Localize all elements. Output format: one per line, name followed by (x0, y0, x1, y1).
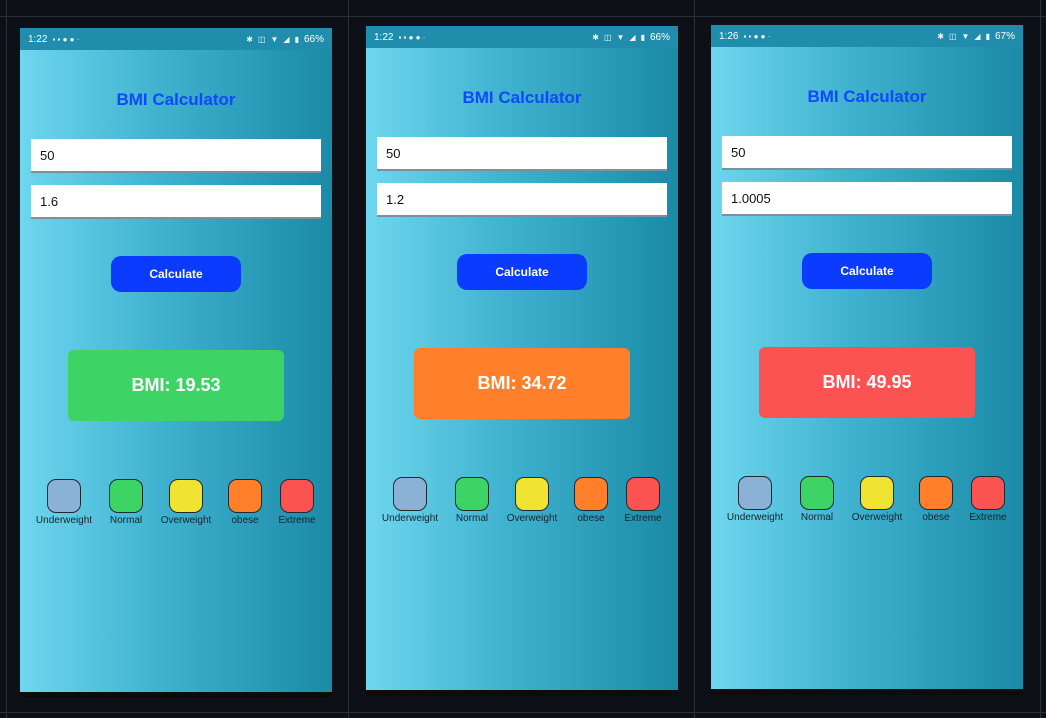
notification-icons: ▪ ▪ ● ● · (743, 31, 771, 41)
calculate-button[interactable]: Calculate (111, 256, 241, 292)
battery-percent: 66% (649, 31, 670, 43)
height-field[interactable] (31, 185, 321, 219)
nav-bar (20, 692, 332, 698)
vibrate-icon: ◫ (948, 31, 957, 41)
swatch-obese (919, 476, 953, 510)
swatch-extreme (626, 477, 660, 511)
legend-label-extreme: Extreme (624, 513, 662, 524)
grid-divider (694, 0, 695, 718)
swatch-underweight (738, 476, 772, 510)
weight-input[interactable] (40, 147, 312, 163)
status-bar: 1:22 ▪ ▪ ● ● · ✱ ◫ ▼ ◢ ▮ 66% (20, 28, 332, 50)
notification-icons: ▪ ▪ ● ● · (52, 34, 80, 44)
app-screen: BMI Calculator Calculate BMI: 34.72 Unde… (366, 48, 678, 690)
signal-icon: ◢ (283, 34, 290, 44)
legend-label-normal: Normal (455, 513, 489, 524)
legend-label-underweight: Underweight (35, 515, 93, 526)
swatch-underweight (47, 479, 81, 513)
signal-icon: ◢ (974, 31, 981, 41)
height-input[interactable] (731, 190, 1003, 206)
app-title: BMI Calculator (116, 90, 236, 109)
legend-label-extreme: Extreme (969, 512, 1007, 523)
legend-label-obese: obese (577, 513, 605, 524)
calculate-button[interactable]: Calculate (802, 253, 932, 289)
swatch-normal (455, 477, 489, 511)
calculate-button[interactable]: Calculate (457, 254, 587, 290)
battery-icon: ▮ (985, 31, 990, 41)
swatch-extreme (280, 479, 314, 513)
swatch-underweight (393, 477, 427, 511)
weight-field[interactable] (377, 137, 667, 171)
swatch-normal (109, 479, 143, 513)
weight-field[interactable] (722, 136, 1012, 170)
legend-label-extreme: Extreme (278, 515, 316, 526)
weight-input[interactable] (731, 144, 1003, 160)
bmi-result-text: BMI: 19.53 (131, 375, 221, 395)
swatch-extreme (971, 476, 1005, 510)
legend-label-obese: obese (922, 512, 950, 523)
swatch-overweight (860, 476, 894, 510)
nav-bar (366, 690, 678, 696)
battery-percent: 66% (303, 33, 324, 45)
legend-label-underweight: Underweight (726, 512, 784, 523)
bmi-legend: Underweight Normal Overweight obese Extr… (711, 476, 1023, 526)
wifi-icon: ▼ (616, 32, 625, 42)
app-title: BMI Calculator (807, 87, 927, 106)
phone-screenshot-2: 1:22 ▪ ▪ ● ● · ✱ ◫ ▼ ◢ ▮ 66% BMI Calcula… (366, 26, 678, 696)
legend-label-underweight: Underweight (381, 513, 439, 524)
battery-icon: ▮ (294, 34, 299, 44)
status-time: 1:22 (374, 31, 394, 43)
bluetooth-icon: ✱ (246, 34, 253, 44)
battery-icon: ▮ (640, 32, 645, 42)
weight-input[interactable] (386, 145, 658, 161)
bluetooth-icon: ✱ (937, 31, 944, 41)
bmi-legend: Underweight Normal Overweight obese Extr… (366, 477, 678, 527)
height-field[interactable] (722, 182, 1012, 216)
legend-label-normal: Normal (109, 515, 143, 526)
nav-bar (711, 689, 1023, 695)
wifi-icon: ▼ (961, 31, 970, 41)
bmi-result-card: BMI: 34.72 (414, 348, 630, 419)
wifi-icon: ▼ (270, 34, 279, 44)
swatch-normal (800, 476, 834, 510)
app-title: BMI Calculator (462, 88, 582, 107)
weight-field[interactable] (31, 139, 321, 173)
height-input[interactable] (386, 191, 658, 207)
swatch-obese (574, 477, 608, 511)
swatch-overweight (169, 479, 203, 513)
grid-divider (0, 16, 1046, 17)
phone-screenshot-3: 1:26 ▪ ▪ ● ● · ✱ ◫ ▼ ◢ ▮ 67% BMI Calcula… (711, 25, 1023, 695)
legend-label-overweight: Overweight (506, 513, 558, 524)
swatch-obese (228, 479, 262, 513)
battery-percent: 67% (994, 30, 1015, 42)
vibrate-icon: ◫ (603, 32, 612, 42)
bmi-result-card: BMI: 19.53 (68, 350, 284, 421)
phone-screenshot-1: 1:22 ▪ ▪ ● ● · ✱ ◫ ▼ ◢ ▮ 66% BMI Calcula… (20, 28, 332, 698)
legend-label-overweight: Overweight (851, 512, 903, 523)
bmi-result-card: BMI: 49.95 (759, 347, 975, 418)
notification-icons: ▪ ▪ ● ● · (398, 32, 426, 42)
app-screen: BMI Calculator Calculate BMI: 19.53 Unde… (20, 50, 332, 692)
legend-label-overweight: Overweight (160, 515, 212, 526)
grid-divider (6, 0, 7, 718)
bmi-legend: Underweight Normal Overweight obese Extr… (20, 479, 332, 529)
status-bar: 1:22 ▪ ▪ ● ● · ✱ ◫ ▼ ◢ ▮ 66% (366, 26, 678, 48)
status-bar: 1:26 ▪ ▪ ● ● · ✱ ◫ ▼ ◢ ▮ 67% (711, 25, 1023, 47)
bmi-result-text: BMI: 34.72 (477, 373, 567, 393)
height-field[interactable] (377, 183, 667, 217)
signal-icon: ◢ (629, 32, 636, 42)
status-time: 1:22 (28, 33, 48, 45)
grid-divider (348, 0, 349, 718)
legend-label-normal: Normal (800, 512, 834, 523)
app-screen: BMI Calculator Calculate BMI: 49.95 Unde… (711, 47, 1023, 689)
legend-label-obese: obese (231, 515, 259, 526)
bluetooth-icon: ✱ (592, 32, 599, 42)
swatch-overweight (515, 477, 549, 511)
grid-divider (1040, 0, 1041, 718)
bmi-result-text: BMI: 49.95 (822, 372, 912, 392)
grid-divider (0, 712, 1046, 713)
status-time: 1:26 (719, 30, 739, 42)
vibrate-icon: ◫ (257, 34, 266, 44)
height-input[interactable] (40, 193, 312, 209)
